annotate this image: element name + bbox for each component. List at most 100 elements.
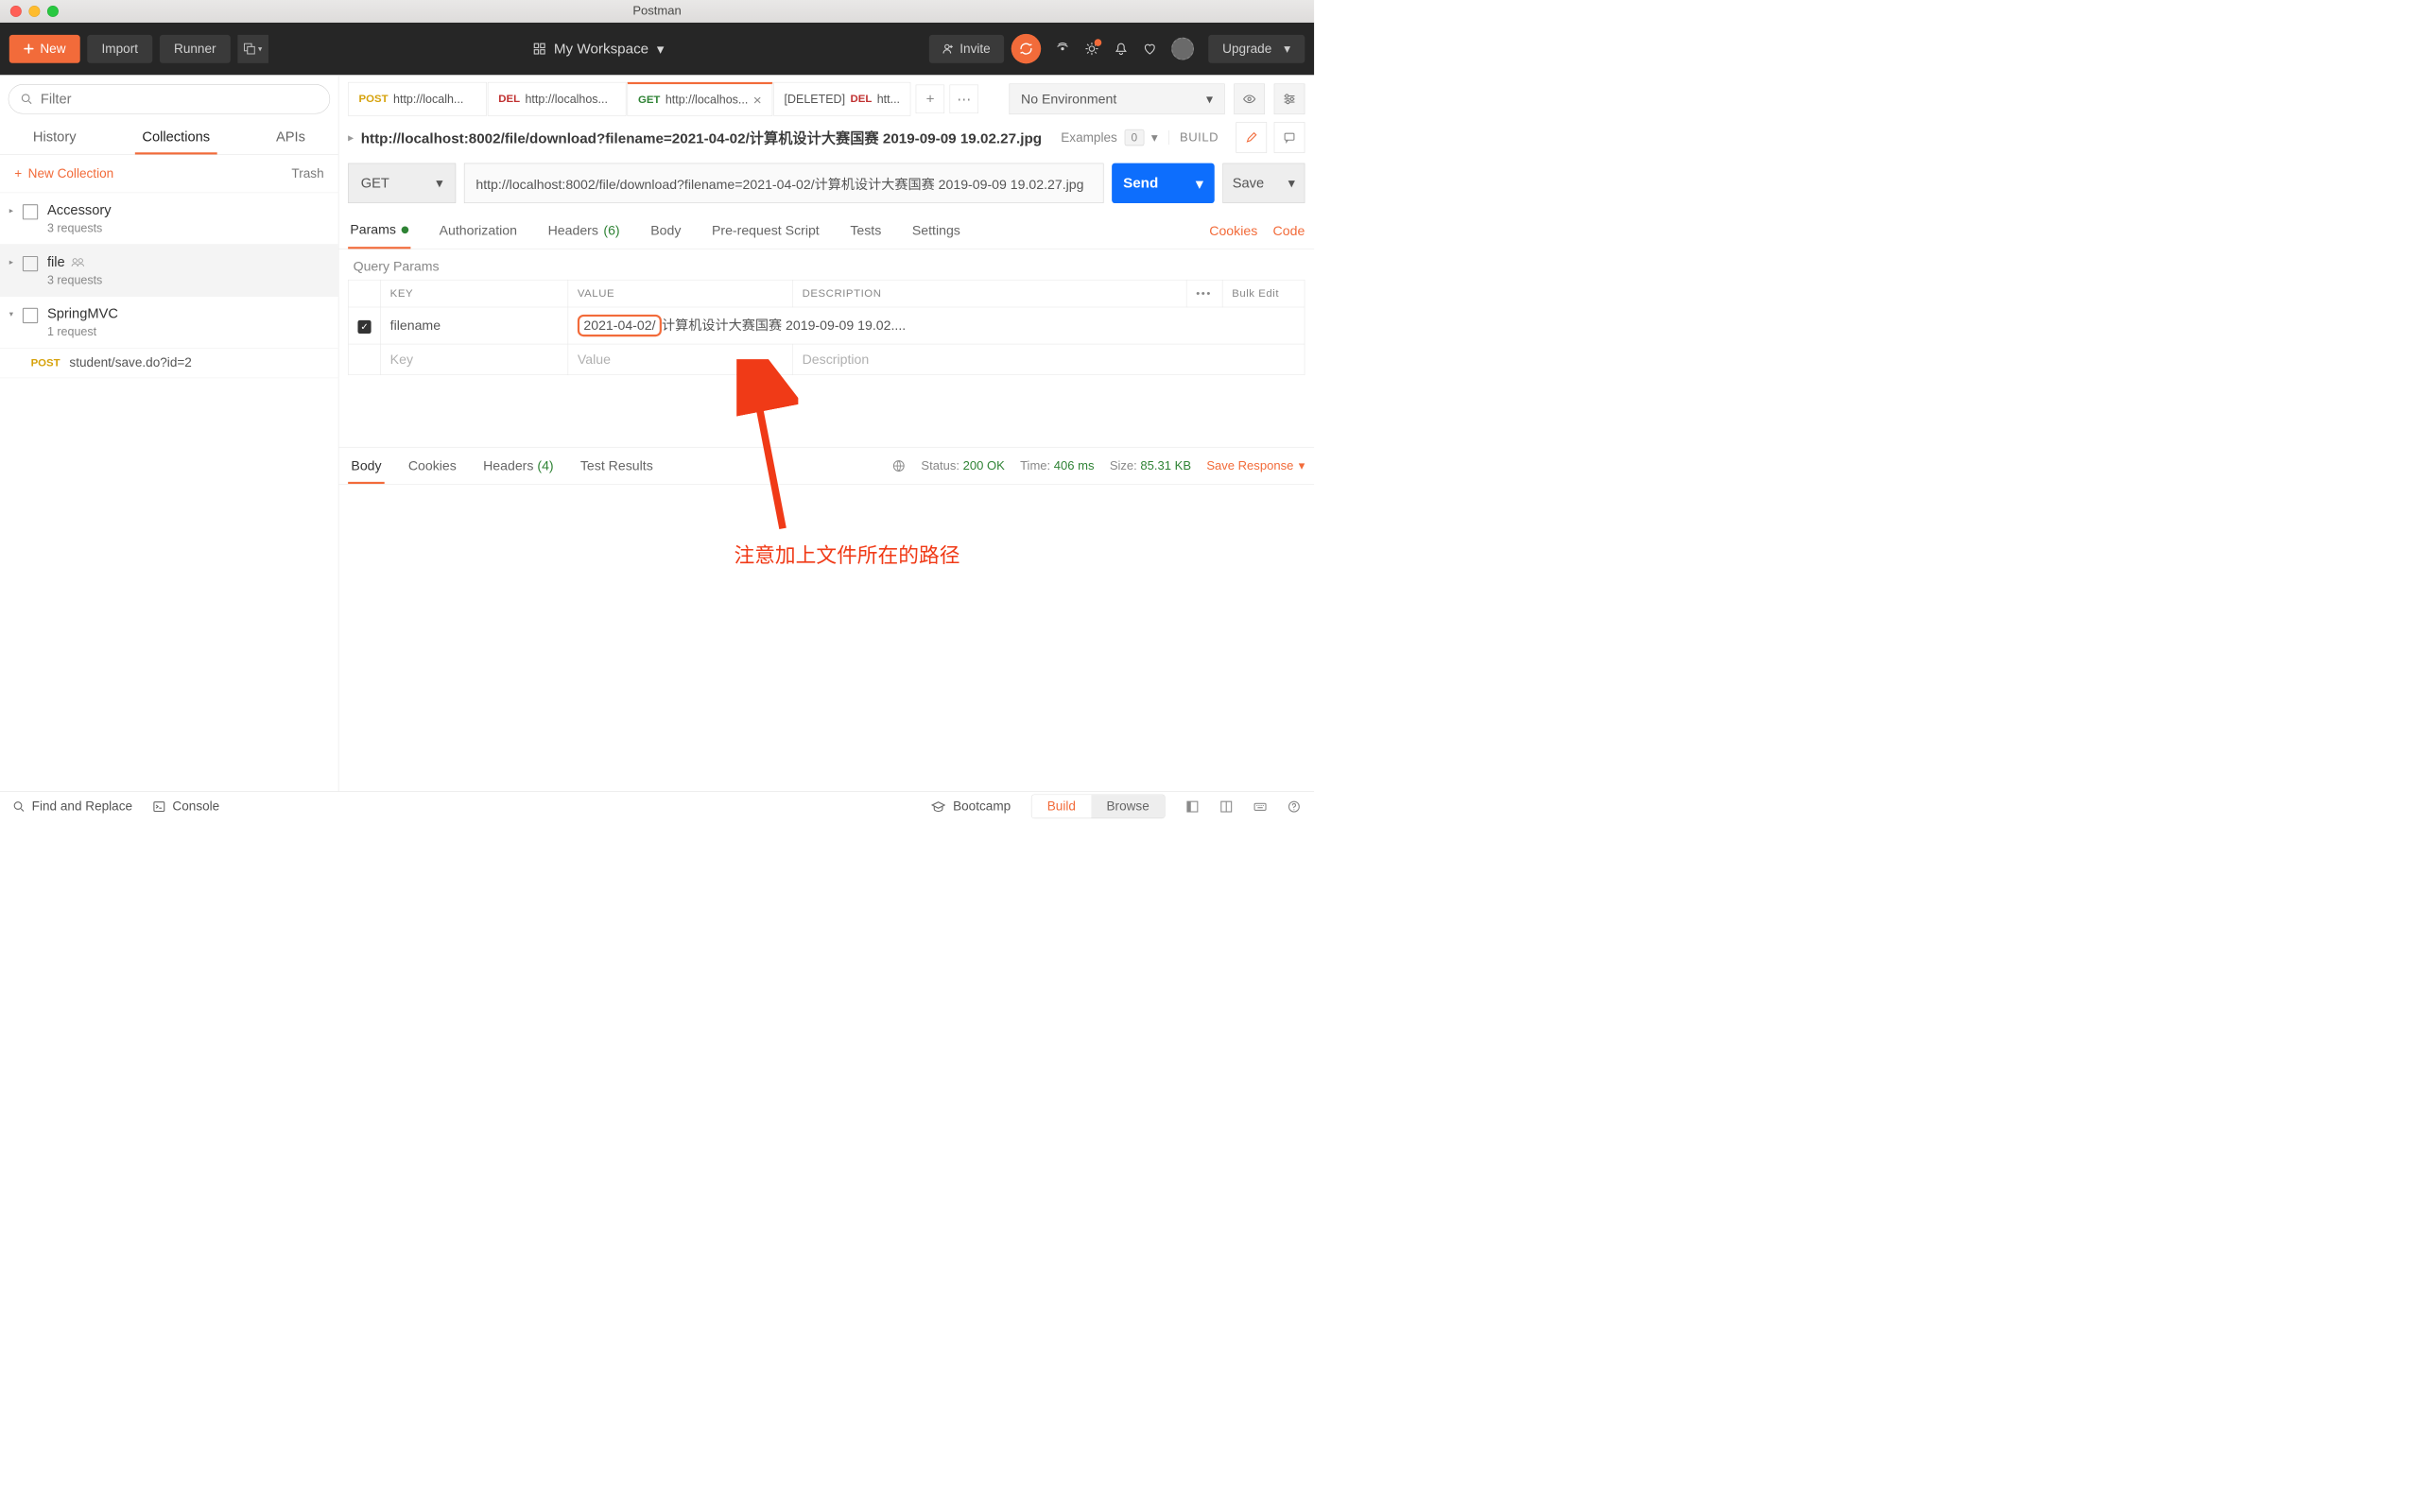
import-button[interactable]: Import: [87, 35, 152, 63]
chevron-down-icon: ▾: [9, 309, 13, 319]
query-params-label: Query Params: [338, 249, 1314, 280]
pane-single-icon[interactable]: [1185, 799, 1199, 813]
request-tabs: POST http://localh... DEL http://localho…: [348, 82, 978, 116]
send-button[interactable]: Send ▾: [1112, 163, 1215, 203]
resp-tab-headers[interactable]: Headers (4): [480, 447, 557, 484]
env-preview-button[interactable]: [1234, 84, 1265, 115]
subtab-pre-request[interactable]: Pre-request Script: [710, 215, 821, 248]
request-item-student-save[interactable]: POST student/save.do?id=2: [0, 348, 338, 378]
close-window[interactable]: [10, 6, 22, 17]
invite-button[interactable]: Invite: [929, 35, 1004, 63]
bootcamp-button[interactable]: Bootcamp: [931, 799, 1011, 814]
param-value-cell[interactable]: 2021-04-02/计算机设计大赛国赛 2019-09-09 19.02...…: [568, 307, 1305, 344]
subtab-settings[interactable]: Settings: [910, 215, 962, 248]
tab-collections[interactable]: Collections: [135, 119, 217, 154]
environment-selector[interactable]: No Environment ▾: [1010, 84, 1225, 115]
cookies-link[interactable]: Cookies: [1209, 223, 1257, 239]
method-selector[interactable]: GET ▾: [348, 163, 456, 203]
plus-icon: [24, 43, 34, 54]
shared-icon: [71, 257, 85, 266]
windows-button[interactable]: ▾: [237, 35, 268, 63]
browse-mode[interactable]: Browse: [1091, 795, 1165, 817]
runner-button[interactable]: Runner: [160, 35, 231, 63]
notifications-button[interactable]: [1114, 42, 1128, 56]
subtab-tests[interactable]: Tests: [848, 215, 883, 248]
folder-icon: [23, 308, 38, 323]
subtab-authorization[interactable]: Authorization: [437, 215, 519, 248]
find-replace-button[interactable]: Find and Replace: [13, 799, 132, 814]
checkbox-checked-icon[interactable]: ✓: [357, 320, 371, 334]
param-row-0[interactable]: ✓ filename 2021-04-02/计算机设计大赛国赛 2019-09-…: [348, 307, 1305, 344]
resp-tab-tests[interactable]: Test Results: [578, 447, 656, 484]
request-tab-0[interactable]: POST http://localh...: [348, 82, 487, 116]
settings-button[interactable]: [1084, 41, 1099, 56]
expand-url-button[interactable]: ▸: [348, 130, 354, 144]
trash-button[interactable]: Trash: [291, 166, 323, 181]
more-icon[interactable]: •••: [1196, 287, 1212, 299]
help-icon[interactable]: [1288, 799, 1301, 813]
collection-file[interactable]: ▸ file 3 requests: [0, 244, 338, 296]
maximize-window[interactable]: [47, 6, 59, 17]
new-button[interactable]: New: [9, 35, 80, 63]
new-collection-button[interactable]: + New Collection: [14, 166, 113, 181]
window-titlebar: Postman: [0, 0, 1314, 23]
upgrade-button[interactable]: Upgrade ▾: [1208, 35, 1305, 63]
bulk-edit-button[interactable]: Bulk Edit: [1222, 280, 1305, 307]
build-link[interactable]: BUILD: [1169, 130, 1229, 145]
heart-icon: [1142, 42, 1156, 56]
keyboard-icon[interactable]: [1253, 799, 1267, 813]
build-browse-toggle[interactable]: Build Browse: [1031, 795, 1166, 819]
tab-apis[interactable]: APIs: [268, 119, 312, 154]
subtab-body[interactable]: Body: [648, 215, 683, 248]
close-icon[interactable]: ×: [753, 92, 762, 108]
windows-icon: [244, 43, 255, 55]
minimize-window[interactable]: [28, 6, 40, 17]
user-avatar[interactable]: [1171, 38, 1194, 60]
search-icon: [13, 800, 25, 812]
main-content: POST http://localh... DEL http://localho…: [338, 75, 1314, 791]
filter-input-wrap[interactable]: [9, 84, 330, 113]
chevron-down-icon: ▾: [1288, 175, 1295, 191]
build-mode[interactable]: Build: [1031, 795, 1091, 817]
chevron-right-icon: ▸: [9, 257, 13, 267]
subtab-headers[interactable]: Headers (6): [545, 215, 621, 248]
request-tab-1[interactable]: DEL http://localhos...: [488, 82, 627, 116]
new-tab-button[interactable]: +: [916, 85, 944, 113]
sync-icon: [1019, 42, 1033, 56]
pane-split-icon[interactable]: [1219, 799, 1233, 813]
subtab-params[interactable]: Params: [348, 214, 410, 249]
value-highlight: 2021-04-02/: [578, 315, 662, 336]
globe-icon[interactable]: [892, 459, 906, 472]
grid-icon: [533, 43, 545, 55]
collection-accessory[interactable]: ▸ Accessory 3 requests: [0, 193, 338, 245]
column-value: VALUE: [568, 280, 793, 307]
filter-input[interactable]: [41, 91, 318, 107]
examples-dropdown[interactable]: Examples 0 ▾: [1061, 129, 1157, 146]
request-tab-2[interactable]: GET http://localhos... ×: [628, 82, 772, 116]
resp-tab-body[interactable]: Body: [348, 447, 385, 484]
edit-button[interactable]: [1236, 122, 1268, 153]
resp-tab-cookies[interactable]: Cookies: [406, 447, 460, 484]
satellite-icon: [1055, 42, 1069, 56]
code-link[interactable]: Code: [1273, 223, 1305, 239]
env-settings-button[interactable]: [1274, 84, 1305, 115]
comment-icon: [1284, 131, 1296, 144]
modified-dot-icon: [401, 226, 408, 233]
collection-springmvc[interactable]: ▾ SpringMVC 1 request: [0, 296, 338, 348]
tab-options-button[interactable]: ⋯: [950, 85, 978, 113]
param-row-new[interactable]: Key Value Description: [348, 344, 1305, 375]
tab-history[interactable]: History: [26, 119, 83, 154]
console-button[interactable]: Console: [153, 799, 219, 814]
request-tab-3[interactable]: [DELETED] DEL htt...: [773, 82, 910, 116]
comment-button[interactable]: [1274, 122, 1305, 153]
save-response-button[interactable]: Save Response ▾: [1206, 458, 1305, 473]
workspace-selector[interactable]: My Workspace ▾: [533, 41, 664, 58]
url-input[interactable]: [464, 163, 1104, 203]
chevron-right-icon: ▸: [9, 205, 13, 215]
sync-button[interactable]: [1011, 34, 1040, 63]
invite-icon: [942, 43, 954, 55]
sidebar: History Collections APIs + New Collectio…: [0, 75, 338, 791]
favorites-button[interactable]: [1142, 42, 1156, 56]
save-button[interactable]: Save ▾: [1222, 163, 1305, 203]
capture-button[interactable]: [1055, 42, 1069, 56]
